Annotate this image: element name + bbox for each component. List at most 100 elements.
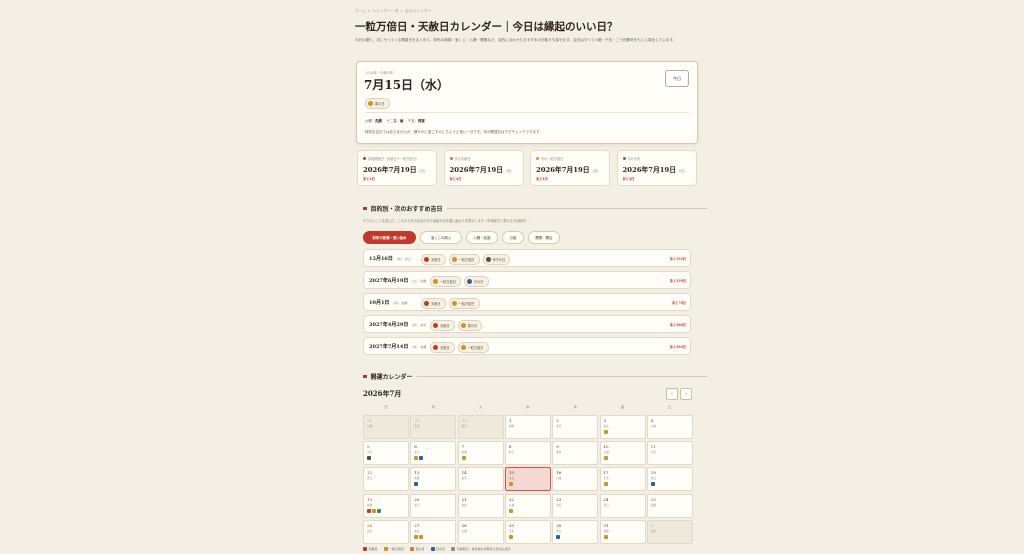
- next-date-card[interactable]: 次の一粒万倍日 2026年7月19日 （日） あと4日: [530, 150, 610, 186]
- recommended-date-row[interactable]: 2027年7月14日 （水） 先勝 天赦日 一粒万倍日 あと364日: [363, 337, 691, 355]
- calendar-day[interactable]: 24 赤口: [599, 493, 646, 518]
- rokuyo-label: 先負: [508, 477, 515, 481]
- card-marker-icon: [449, 157, 453, 160]
- legend-label: 一粒万倍日: [389, 547, 405, 551]
- calendar-day[interactable]: 4 仏滅: [646, 415, 693, 439]
- calendar-day[interactable]: 21 先負: [457, 493, 504, 518]
- recommended-date-row[interactable]: 2027年6月19日 （土） 先勝 一粒万倍日 巳の日 あと339日: [363, 271, 691, 289]
- calendar-day[interactable]: 30 赤口: [457, 415, 504, 439]
- today-button[interactable]: 今日: [665, 70, 689, 87]
- calendar-day[interactable]: 3 先負: [599, 415, 646, 439]
- purpose-tab[interactable]: 財布の新調・使い始め: [363, 231, 416, 244]
- auspicious-icon: [424, 301, 429, 306]
- recommended-date-row[interactable]: 12月16日 （水） 赤口 天赦日 一粒万倍日 甲子の日 あと154日: [363, 249, 691, 267]
- calendar-day[interactable]: 19 先勝: [363, 493, 409, 518]
- calendar-day[interactable]: 14 友引: [457, 467, 504, 492]
- calendar-legend: 天赦日 一粒万倍日 寅の日 巳の日 不成就日：吉日効力が弱まる日付も表示: [363, 547, 511, 551]
- day-badge-icon: [461, 456, 466, 461]
- section-rule: [416, 376, 707, 377]
- auspicious-chip: 甲子の日: [482, 254, 511, 265]
- recommended-weekday: （水） 赤口: [394, 257, 411, 261]
- calendar-day[interactable]: 7 先勝: [457, 441, 504, 466]
- calendar-day[interactable]: 16 仏滅: [552, 467, 599, 492]
- purpose-tab[interactable]: 引越: [502, 231, 524, 244]
- day-number: 15: [508, 470, 514, 476]
- rokuyo-label: 先勝: [461, 451, 467, 455]
- recommended-date-row[interactable]: 2027年4月29日 （木） 友引 天赦日 寅の日 あと288日: [363, 315, 691, 333]
- calendar-day[interactable]: 28 仏滅: [457, 519, 504, 544]
- day-badge-icon: [603, 534, 608, 539]
- calendar-day[interactable]: 22 仏滅: [504, 493, 551, 518]
- next-card-date: 2026年7月19日 （日）: [449, 166, 514, 174]
- calendar-day[interactable]: 2 友引: [552, 415, 599, 439]
- next-date-card[interactable]: 最強開運日（天赦日＋一粒万倍日） 2026年7月19日 （日） あと4日: [357, 150, 437, 186]
- calendar-day[interactable]: 26 友引: [363, 519, 409, 544]
- next-card-label: 次の一粒万倍日: [536, 156, 563, 161]
- next-date-card[interactable]: 次の天赦日 2026年7月19日 （日） あと4日: [443, 150, 524, 186]
- calendar-day[interactable]: 28 仏滅: [363, 415, 409, 439]
- breadcrumb[interactable]: ホーム > カレンダー一覧 > 吉日カレンダー: [355, 9, 432, 14]
- legend-label: 巳の日: [436, 547, 446, 551]
- calendar-day[interactable]: 11 大安: [646, 441, 693, 466]
- calendar-day[interactable]: 1 先勝: [504, 415, 551, 439]
- legend-item: 巳の日: [430, 547, 446, 551]
- recommended-date-row[interactable]: 10月1日 （木） 先勝 天赦日 一粒万倍日 あと78日: [363, 293, 691, 311]
- weekday-header: 金: [620, 405, 625, 409]
- day-badge-icon: [377, 508, 381, 513]
- calendar-day[interactable]: 25 先勝: [646, 493, 693, 518]
- calendar-day[interactable]: 20 友引: [410, 493, 457, 518]
- purpose-tab[interactable]: 入籍・結婚: [466, 231, 498, 244]
- day-number: 22: [508, 496, 514, 502]
- legend-swatch-icon: [410, 547, 415, 551]
- section-title: 目的別・次のおすすめ吉日: [370, 206, 443, 213]
- day-badge-icon: [508, 534, 513, 539]
- day-badges: [414, 456, 424, 461]
- calendar-day[interactable]: 30 赤口: [552, 519, 599, 544]
- recommended-date: 2027年6月19日 （土） 先勝: [369, 278, 427, 284]
- next-card-label: 最強開運日（天赦日＋一粒万倍日）: [363, 156, 419, 161]
- calendar-day[interactable]: 31 先勝: [599, 519, 646, 544]
- calendar-day[interactable]: 9 先負: [552, 441, 599, 466]
- days-remaining: あと339日: [669, 279, 686, 283]
- calendar-day[interactable]: 5 大安: [363, 441, 409, 466]
- day-number: 1: [508, 418, 512, 423]
- calendar-day[interactable]: 18 赤口: [646, 467, 693, 492]
- rokuyo-label: 先勝: [650, 503, 656, 507]
- calendar-day[interactable]: 13 先勝: [410, 467, 457, 492]
- today-card: 2026年（令和8年） 7月15日（水） 今日 寅の日 六曜：先勝 十二直：破 …: [356, 61, 698, 144]
- auspicious-icon: [433, 345, 438, 350]
- legend-swatch-icon: [383, 547, 388, 551]
- days-remaining: あと288日: [669, 323, 686, 327]
- day-badge-icon: [419, 456, 424, 461]
- calendar-day[interactable]: 29 大安: [504, 519, 551, 544]
- auspicious-icon: [433, 323, 438, 328]
- calendar-day[interactable]: 10 仏滅: [599, 441, 646, 466]
- rokuyo-label: 仏滅: [650, 425, 656, 428]
- prev-month-button[interactable]: ‹: [666, 388, 678, 400]
- rokuyo-label: 赤口: [556, 529, 562, 533]
- rokuyo-label: 大安: [650, 451, 656, 455]
- day-badges: [508, 482, 513, 487]
- calendar-day[interactable]: 23 大安: [552, 493, 599, 518]
- next-date-card[interactable]: 次の大安 2026年7月19日 （日） あと4日: [616, 150, 697, 186]
- next-card-label-text: 次の大安: [627, 157, 641, 161]
- rokuyo-label: 先勝: [367, 503, 373, 507]
- day-number: 16: [556, 470, 562, 476]
- calendar-day[interactable]: 27 先負: [410, 519, 457, 544]
- calendar-day[interactable]: 29 大安: [410, 415, 457, 439]
- purpose-tab[interactable]: 開業・開店: [528, 231, 560, 244]
- calendar-day[interactable]: 17 大安: [599, 467, 646, 492]
- auspicious-icon: [460, 323, 466, 328]
- auspicious-icon: [485, 257, 491, 262]
- calendar-day[interactable]: 15 先負: [504, 467, 551, 492]
- rokuyo-label: 先勝: [508, 425, 515, 428]
- purpose-tab[interactable]: 宝くじの購入: [420, 231, 462, 244]
- calendar-day[interactable]: 6 赤口: [410, 441, 457, 466]
- calendar-day[interactable]: 12 赤口: [363, 467, 409, 492]
- rokuyo-label: 友引: [556, 425, 562, 428]
- day-number: 8: [508, 444, 512, 450]
- next-month-button[interactable]: ›: [680, 388, 692, 400]
- calendar-day[interactable]: 1 友引: [646, 519, 693, 544]
- calendar-day[interactable]: 8 友引: [504, 441, 551, 466]
- recommended-chips: 一粒万倍日 巳の日: [430, 276, 489, 287]
